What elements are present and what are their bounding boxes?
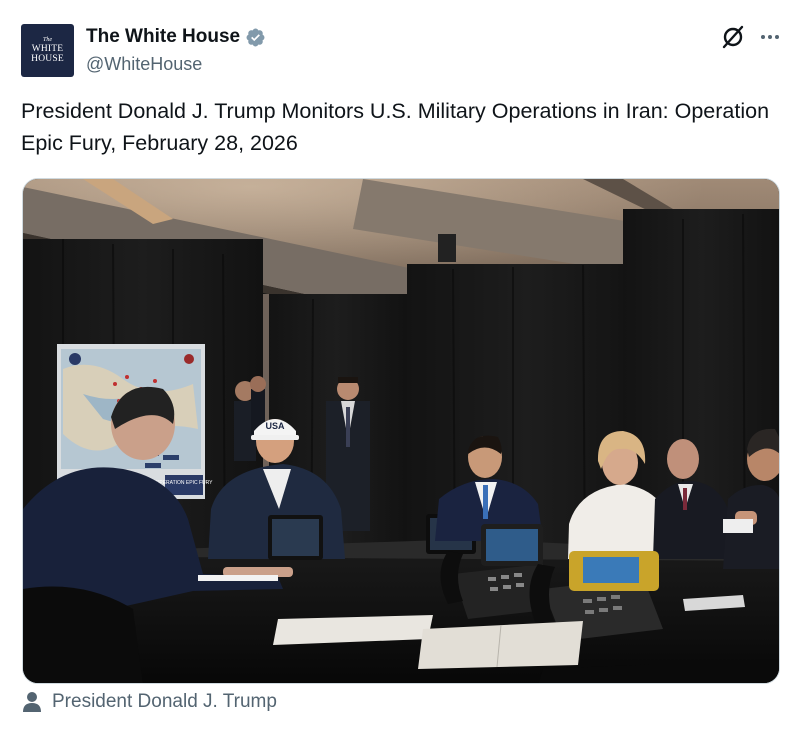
author-name-row[interactable]: The White House [86,26,266,48]
photo-illustration: OPERATION EPIC FURY USA [23,179,779,683]
map-caption: OPERATION EPIC FURY [155,480,213,486]
avatar-text-line-2: HOUSE [31,53,64,64]
grok-icon[interactable] [720,24,746,50]
more-options-button[interactable] [755,24,785,50]
more-dot [768,35,772,39]
more-horizontal-icon [761,35,765,39]
tagged-people[interactable]: President Donald J. Trump [22,691,277,713]
hat-text: USA [265,421,285,431]
tweet-photo[interactable]: OPERATION EPIC FURY USA [22,178,780,684]
more-dot [775,35,779,39]
avatar-text-small: The [43,37,52,43]
person-icon [23,692,41,712]
tagged-person-label[interactable]: President Donald J. Trump [52,691,277,713]
author-display-name[interactable]: The White House [86,26,240,48]
tweet-text: President Donald J. Trump Monitors U.S. … [21,99,770,155]
author-handle[interactable]: @WhiteHouse [86,54,202,75]
verified-badge-icon [246,28,265,46]
author-avatar[interactable]: The WHITE HOUSE [21,24,74,77]
tweet: The WHITE HOUSE The White House @WhiteHo… [0,0,800,731]
